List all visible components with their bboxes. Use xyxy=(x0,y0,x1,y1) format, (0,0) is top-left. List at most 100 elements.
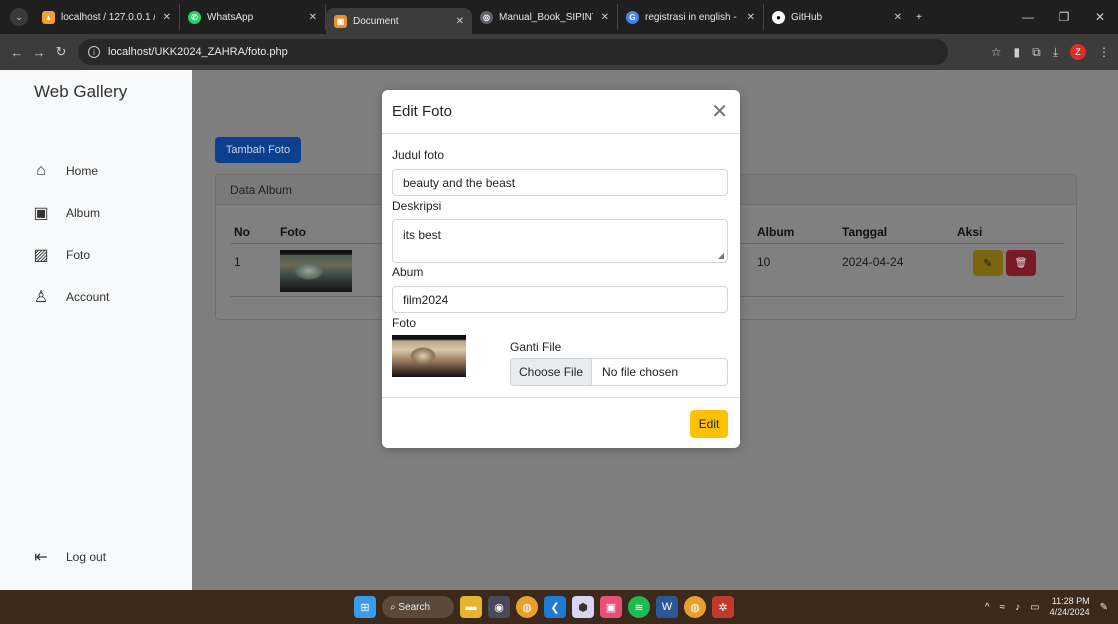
sidebar: Web Gallery ⌂ Home ▣ Album ▨ Foto ♙ Acco… xyxy=(0,70,192,590)
download-icon[interactable]: ⤓ xyxy=(1053,45,1058,60)
close-window-icon[interactable]: ✕ xyxy=(1082,10,1118,24)
clock[interactable]: 11:28 PM 4/24/2024 xyxy=(1050,596,1090,618)
person-icon: ♙ xyxy=(33,289,49,306)
judul-label: Judul foto xyxy=(392,148,445,162)
volume-icon[interactable]: ♪ xyxy=(1015,602,1020,613)
puzzle-icon[interactable]: ⧉ xyxy=(1032,45,1041,60)
taskbar: ⊞ ⌕ Search ▬ ◉ ◍ ❮ ⬢ ▣ ≋ W ◍ ✲ ^ ≈ ♪ ▭ 1… xyxy=(0,590,1118,624)
close-icon[interactable]: ✕ xyxy=(163,12,171,23)
close-icon[interactable]: ✕ xyxy=(601,12,609,23)
tab-whatsapp[interactable]: ✆ WhatsApp ✕ xyxy=(180,4,326,30)
restore-icon[interactable]: ❐ xyxy=(1046,10,1082,24)
column-header-no: No xyxy=(234,225,250,239)
modal-header: Edit Foto ✕ xyxy=(382,90,740,134)
edit-row-button[interactable]: ✎ xyxy=(973,250,1003,276)
address-bar: ← → ↻ i localhost/UKK2024_ZAHRA/foto.php… xyxy=(0,34,1118,70)
resize-handle-icon[interactable]: ◢ xyxy=(718,251,724,260)
chevron-up-icon[interactable]: ^ xyxy=(985,602,990,613)
toolbar-actions: ☆ ▮ ⧉ ⤓ Z ⋮ xyxy=(991,34,1110,70)
minimize-icon[interactable]: — xyxy=(1010,10,1046,24)
sidebar-item-account[interactable]: ♙ Account xyxy=(32,288,110,306)
trash-icon: 🗑 xyxy=(1014,257,1028,269)
tab-document[interactable]: ▣ Document ✕ xyxy=(326,8,472,34)
file-status-text: No file chosen xyxy=(602,365,679,379)
close-icon[interactable]: ✕ xyxy=(309,12,317,23)
column-header-album: Album xyxy=(757,225,795,239)
word-icon[interactable]: W xyxy=(656,596,678,618)
sidebar-item-label: Home xyxy=(66,164,99,178)
xampp-icon[interactable]: ✲ xyxy=(712,596,734,618)
album-value: film2024 xyxy=(403,292,449,307)
tab-manual-book[interactable]: ◎ Manual_Book_SIPINTER.p ✕ xyxy=(472,4,618,30)
file-input[interactable]: Choose File No file chosen xyxy=(510,358,728,386)
home-icon: ⌂ xyxy=(36,162,46,179)
sidebar-item-album[interactable]: ▣ Album xyxy=(32,204,100,222)
plus-icon: + xyxy=(916,11,922,23)
deskripsi-value: its best xyxy=(403,228,442,242)
edit-foto-modal: Edit Foto ✕ Judul foto beauty and the be… xyxy=(382,90,740,448)
forward-icon[interactable]: → xyxy=(28,45,50,60)
add-photo-button[interactable]: Tambah Foto xyxy=(215,137,301,163)
new-tab-button[interactable]: + xyxy=(910,4,928,30)
sidebar-item-label: Account xyxy=(66,290,110,304)
menu-dots-icon[interactable]: ⋮ xyxy=(1098,45,1110,59)
pencil-icon: ✎ xyxy=(983,257,993,270)
reload-icon[interactable]: ↻ xyxy=(50,44,72,60)
column-header-aksi: Aksi xyxy=(957,225,983,239)
tab-phpmyadmin[interactable]: ▲ localhost / 127.0.0.1 / ukk ✕ xyxy=(34,4,180,30)
close-icon[interactable]: ✕ xyxy=(894,12,902,23)
close-icon[interactable]: ✕ xyxy=(456,16,464,27)
spotify-icon[interactable]: ≋ xyxy=(628,596,650,618)
taskbar-search[interactable]: ⌕ Search xyxy=(382,596,454,618)
modal-title: Edit Foto xyxy=(392,103,453,120)
chrome-icon[interactable]: ◍ xyxy=(516,596,538,618)
tab-github[interactable]: ● GitHub ✕ xyxy=(764,4,910,30)
bookmark-star-icon[interactable]: ☆ xyxy=(991,45,1002,59)
browser-tab-bar: ⌄ ▲ localhost / 127.0.0.1 / ukk ✕ ✆ What… xyxy=(0,0,1118,34)
document-app-icon[interactable]: ▣ xyxy=(600,596,622,618)
album-label: Abum xyxy=(392,265,424,279)
profile-avatar[interactable]: Z xyxy=(1070,44,1086,60)
sidebar-item-label: Album xyxy=(66,206,101,220)
album-input[interactable]: film2024 xyxy=(392,286,728,313)
google-icon: G xyxy=(626,10,639,24)
search-label: Search xyxy=(398,601,431,613)
site-info-icon[interactable]: i xyxy=(88,46,100,58)
judul-input[interactable]: beauty and the beast xyxy=(392,169,728,196)
close-icon[interactable]: ✕ xyxy=(711,102,728,122)
notification-icon[interactable]: ✎ xyxy=(1100,602,1108,613)
tab-search-chevron-icon[interactable]: ⌄ xyxy=(10,8,28,26)
deskripsi-textarea[interactable]: its best ◢ xyxy=(392,219,728,263)
brand-title[interactable]: Web Gallery xyxy=(34,82,127,102)
album-icon: ▣ xyxy=(33,205,49,222)
tab-google-search[interactable]: G registrasi in english - Goo ✕ xyxy=(618,4,764,30)
sidebar-item-label: Log out xyxy=(66,550,107,564)
close-icon[interactable]: ✕ xyxy=(747,12,755,23)
vscode-icon[interactable]: ❮ xyxy=(544,596,566,618)
url-input[interactable]: i localhost/UKK2024_ZAHRA/foto.php xyxy=(78,39,948,65)
window-controls: — ❐ ✕ xyxy=(1010,0,1118,34)
choose-file-button[interactable]: Choose File xyxy=(511,359,593,385)
column-header-tanggal: Tanggal xyxy=(842,225,888,239)
file-explorer-icon[interactable]: ▬ xyxy=(460,596,482,618)
foto-label: Foto xyxy=(392,316,417,330)
edit-submit-button[interactable]: Edit xyxy=(690,410,728,438)
windows-start-icon[interactable]: ⊞ xyxy=(354,596,376,618)
taskbar-apps: ⊞ ⌕ Search ▬ ◉ ◍ ❮ ⬢ ▣ ≋ W ◍ ✲ xyxy=(354,595,734,619)
back-icon[interactable]: ← xyxy=(6,45,28,60)
delete-row-button[interactable]: 🗑 xyxy=(1006,250,1036,276)
chrome-profile-icon[interactable]: ◍ xyxy=(684,596,706,618)
logout-icon: ⇤ xyxy=(34,549,48,566)
ganti-file-label: Ganti File xyxy=(510,340,562,354)
system-tray: ^ ≈ ♪ ▭ 11:28 PM 4/24/2024 ✎ xyxy=(985,590,1108,624)
sidebar-item-home[interactable]: ⌂ Home xyxy=(32,162,98,180)
sidebar-item-logout[interactable]: ⇤ Log out xyxy=(32,548,106,566)
wifi-icon[interactable]: ≈ xyxy=(1000,602,1006,613)
modal-footer: Edit xyxy=(382,397,740,448)
battery-icon[interactable]: ▭ xyxy=(1030,602,1039,613)
camera-icon[interactable]: ◉ xyxy=(488,596,510,618)
column-header-foto: Foto xyxy=(280,225,306,239)
extension-icon[interactable]: ▮ xyxy=(1014,45,1021,59)
sidebar-item-foto[interactable]: ▨ Foto xyxy=(32,246,90,264)
app-icon[interactable]: ⬢ xyxy=(572,596,594,618)
